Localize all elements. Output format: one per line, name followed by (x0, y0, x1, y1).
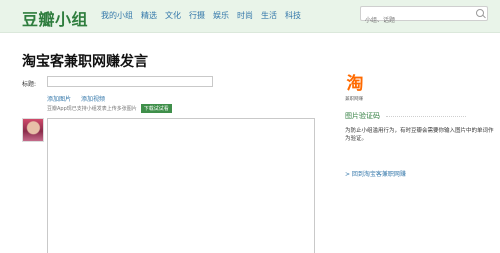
add-video-link[interactable]: 添加视频 (81, 94, 105, 103)
search-icon[interactable] (476, 9, 484, 17)
nav-travel[interactable]: 行摄 (189, 10, 205, 21)
douban-group-logo[interactable]: 豆瓣小组 (22, 6, 88, 30)
download-app-button[interactable]: 下载试试看 (140, 104, 172, 113)
search-input[interactable] (361, 14, 471, 27)
media-links: 添加图片 添加视频 (47, 94, 105, 103)
app-hint-row: 豆瓣App现已支持小组发表上传多张图片 下载试试看 (47, 104, 172, 113)
page-title: 淘宝客兼职网赚发言 (22, 54, 148, 70)
add-image-link[interactable]: 添加图片 (47, 94, 71, 103)
main-nav: 我的小组 精选 文化 行摄 娱乐 时尚 生活 科技 (101, 10, 301, 21)
back-to-group-link[interactable]: > 回到淘宝客兼职网赚 (345, 169, 406, 178)
search-box (360, 6, 488, 27)
captcha-section-title: 图片验证码 (345, 112, 380, 120)
taobao-logo-icon[interactable]: 淘 (345, 74, 365, 94)
nav-entertainment[interactable]: 娱乐 (213, 10, 229, 21)
nav-featured[interactable]: 精选 (141, 10, 157, 21)
nav-tech[interactable]: 科技 (285, 10, 301, 21)
nav-life[interactable]: 生活 (261, 10, 277, 21)
nav-culture[interactable]: 文化 (165, 10, 181, 21)
app-hint-text: 豆瓣App现已支持小组发表上传多张图片 (47, 106, 137, 112)
top-navigation-bar: 豆瓣小组 我的小组 精选 文化 行摄 娱乐 时尚 生活 科技 (0, 0, 500, 33)
captcha-description: 为防止小组滥用行为，有时豆瓣会需要你输入图片中的单词作为验证。 (345, 128, 494, 142)
nav-my-groups[interactable]: 我的小组 (101, 10, 133, 21)
user-avatar[interactable] (22, 118, 44, 142)
post-content-editor[interactable] (47, 118, 315, 253)
nav-fashion[interactable]: 时尚 (237, 10, 253, 21)
title-input[interactable] (47, 76, 213, 87)
title-field-label: 标题: (22, 81, 37, 88)
group-name-caption: 兼职网赚 (345, 97, 363, 102)
section-divider (386, 116, 466, 117)
